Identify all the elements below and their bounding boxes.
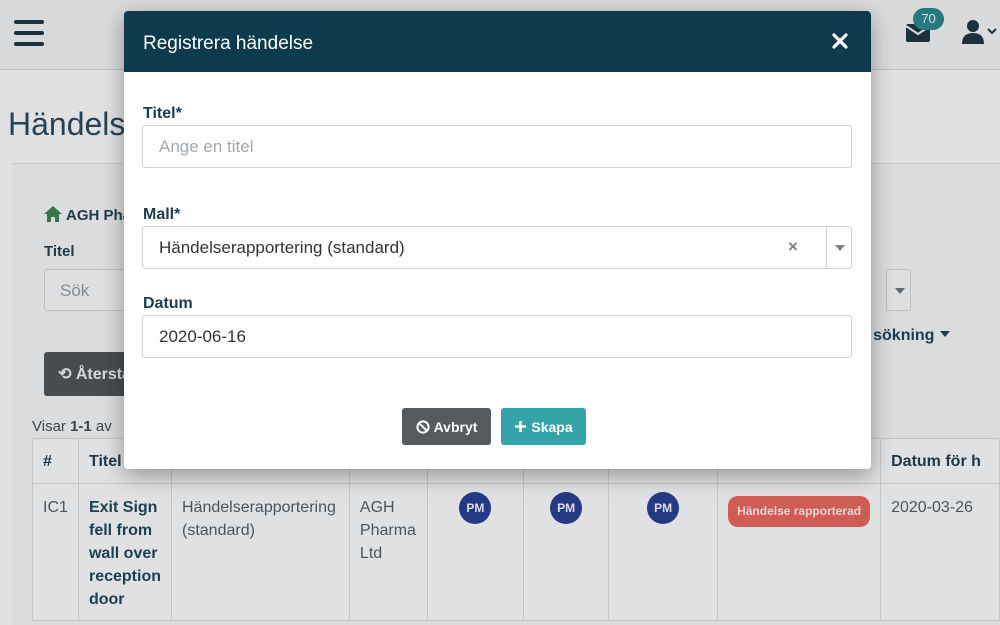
template-select-value: Händelserapportering (standard) (159, 238, 405, 257)
register-incident-modal: Registrera händelse Titel* Mall* Händels… (124, 11, 871, 469)
create-button[interactable]: Skapa (501, 408, 586, 445)
cancel-button[interactable]: Avbryt (402, 408, 491, 445)
create-label: Skapa (531, 418, 573, 435)
ban-icon (415, 419, 430, 434)
template-field-label: Mall* (143, 206, 181, 223)
chevron-down-icon[interactable] (835, 245, 845, 251)
modal-title: Registrera händelse (143, 33, 314, 54)
template-select[interactable]: Händelserapportering (standard) × (142, 226, 852, 269)
date-input[interactable] (142, 315, 852, 358)
close-icon[interactable] (831, 32, 849, 50)
modal-header: Registrera händelse (124, 11, 871, 72)
title-field-label: Titel* (143, 105, 182, 122)
clear-selection-icon[interactable]: × (788, 237, 798, 257)
select-divider (826, 227, 827, 268)
plus-icon (515, 421, 527, 432)
date-field-label: Datum (143, 295, 193, 312)
cancel-label: Avbryt (433, 418, 478, 435)
title-input[interactable] (142, 125, 852, 168)
